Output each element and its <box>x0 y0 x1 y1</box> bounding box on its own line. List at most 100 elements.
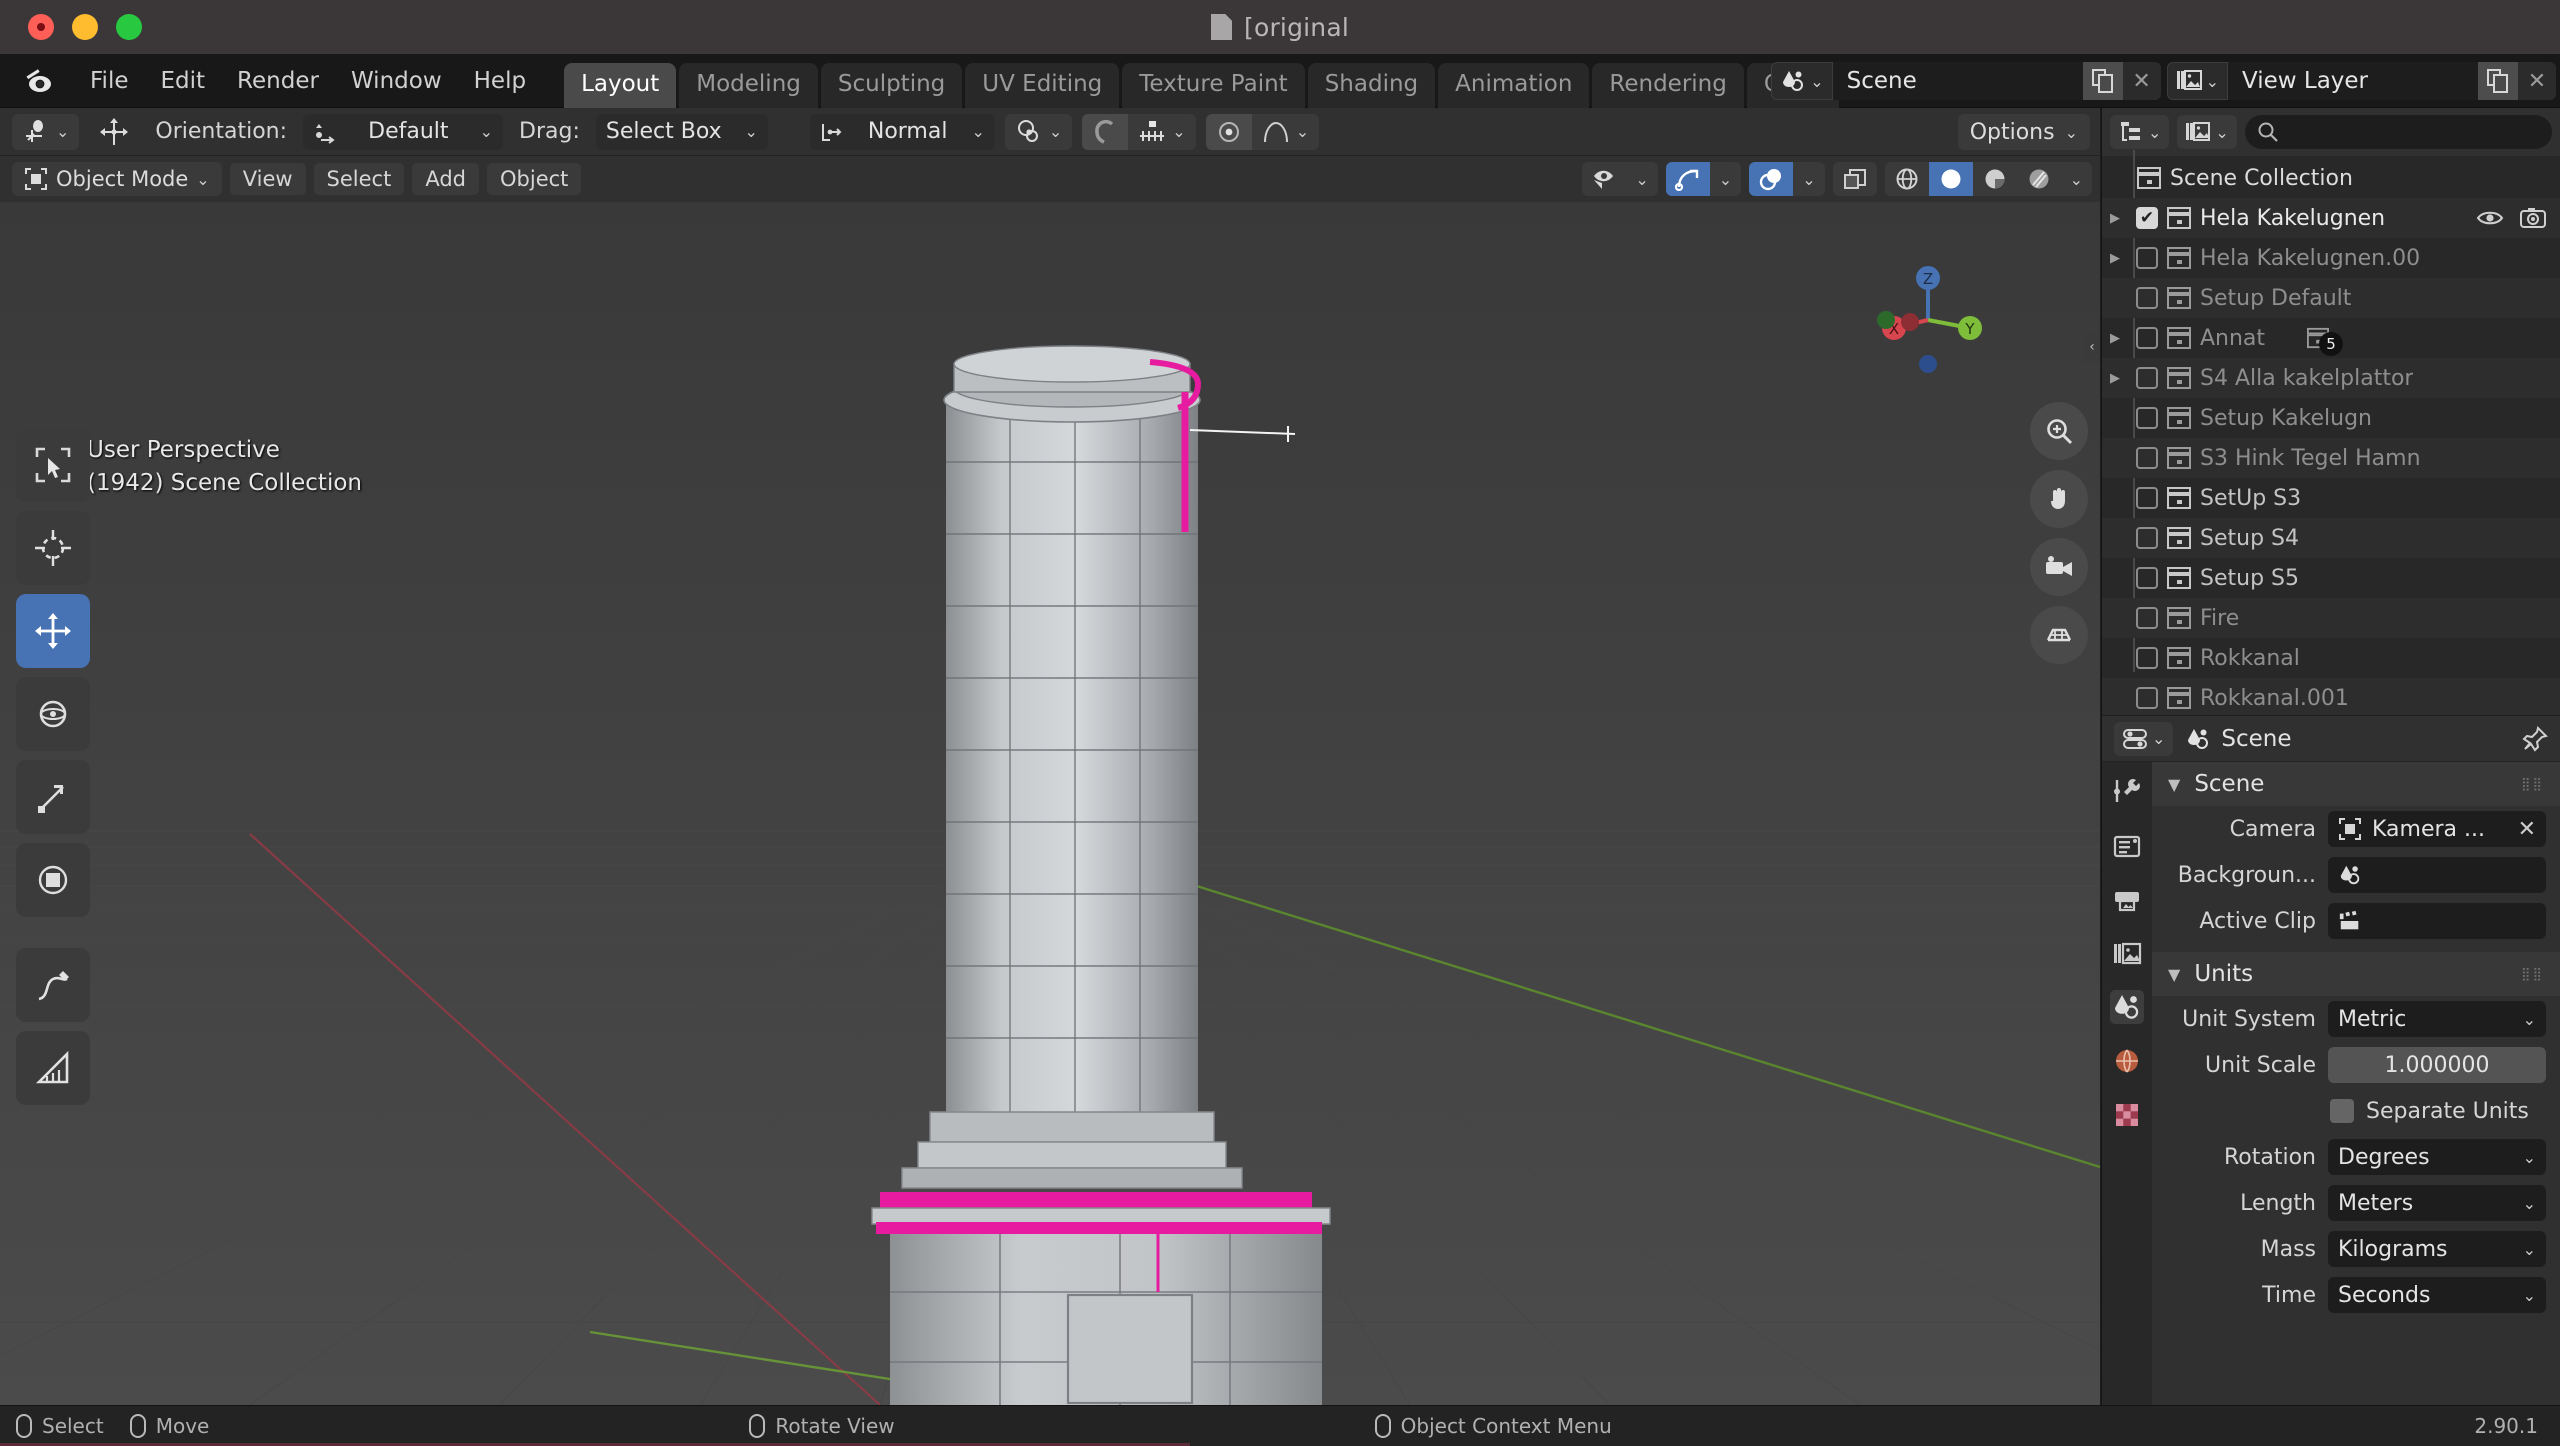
active-clip-field[interactable] <box>2328 903 2546 939</box>
background-scene-field[interactable] <box>2328 857 2546 893</box>
tab-layout[interactable]: Layout <box>564 62 677 108</box>
toggle-ortho-button[interactable] <box>2030 606 2088 664</box>
overlays-dropdown[interactable]: ⌄ <box>1793 162 1824 196</box>
tab-output[interactable] <box>2110 882 2144 916</box>
tool-annotate[interactable] <box>16 948 90 1022</box>
tab-sculpting[interactable]: Sculpting <box>820 62 963 108</box>
outliner-row-setup-default[interactable]: ▶ Setup Default <box>2102 278 2560 318</box>
tab-modeling[interactable]: Modeling <box>679 62 818 108</box>
tab-render[interactable] <box>2110 828 2144 862</box>
shading-rendered-button[interactable] <box>2017 162 2061 196</box>
tool-move[interactable] <box>16 594 90 668</box>
drag-dropdown[interactable]: Select Box ⌄ <box>595 113 768 150</box>
outliner-row-rokkanal-001[interactable]: ▶ Rokkanal.001 <box>2102 678 2560 715</box>
eye-icon[interactable] <box>2476 208 2504 228</box>
properties-editor-type-button[interactable]: ⌄ <box>2114 721 2174 756</box>
tab-tool[interactable] <box>2110 774 2144 808</box>
shading-wireframe-button[interactable] <box>1885 162 1929 196</box>
shading-solid-button[interactable] <box>1928 162 1973 196</box>
viewlayer-icon-button[interactable]: ⌄ <box>2166 62 2228 100</box>
visibility-dropdown[interactable]: ⌄ <box>1626 162 1657 196</box>
minimize-window-button[interactable] <box>72 14 98 40</box>
move-gizmo-button[interactable] <box>89 114 139 150</box>
menu-render[interactable]: Render <box>221 62 335 100</box>
outliner-row-setup-s4[interactable]: ▶ Setup S4 <box>2102 518 2560 558</box>
tool-transform[interactable] <box>16 843 90 917</box>
row-checkbox[interactable] <box>2136 687 2158 709</box>
clear-camera-button[interactable]: ✕ <box>2518 817 2536 842</box>
tab-rendering[interactable]: Rendering <box>1592 62 1744 108</box>
snap-to-dropdown[interactable]: ⌄ <box>1128 113 1196 150</box>
mass-dropdown[interactable]: Kilograms ⌄ <box>2328 1231 2546 1267</box>
gizmo-toggle[interactable] <box>1665 162 1710 196</box>
outliner-viewlayer-button[interactable]: ⌄ <box>2177 115 2237 149</box>
orientation-dropdown[interactable]: Default ⌄ <box>303 113 504 150</box>
tab-texture-paint[interactable]: Texture Paint <box>1122 62 1305 108</box>
length-dropdown[interactable]: Meters ⌄ <box>2328 1185 2546 1221</box>
tab-texture[interactable] <box>2110 1098 2144 1132</box>
row-checkbox[interactable] <box>2136 207 2158 229</box>
panel-header-units[interactable]: ▼ Units ⣿⣿ <box>2152 952 2560 996</box>
menu-edit[interactable]: Edit <box>145 62 222 100</box>
outliner-display-mode-button[interactable]: ⌄ <box>2110 115 2170 149</box>
row-checkbox[interactable] <box>2136 487 2158 509</box>
row-checkbox[interactable] <box>2136 367 2158 389</box>
properties-content[interactable]: ▼ Scene ⣿⣿ Camera Kamera ... ✕ Backgroun… <box>2152 762 2560 1405</box>
new-viewlayer-button[interactable] <box>2478 62 2518 100</box>
expand-triangle-icon[interactable]: ▶ <box>2110 371 2128 386</box>
row-checkbox[interactable] <box>2136 567 2158 589</box>
scene-icon-button[interactable]: ⌄ <box>1771 62 1833 100</box>
camera-view-button[interactable] <box>2030 538 2088 596</box>
maximize-window-button[interactable] <box>116 14 142 40</box>
scene-name-field[interactable]: Scene <box>1832 62 2083 100</box>
outliner-row-setup-kakelugn[interactable]: ▶ Setup Kakelugn <box>2102 398 2560 438</box>
row-checkbox[interactable] <box>2136 447 2158 469</box>
tool-scale[interactable] <box>16 760 90 834</box>
row-checkbox[interactable] <box>2136 247 2158 269</box>
navigation-gizmo[interactable]: Z Y X <box>1868 260 1988 380</box>
outliner-row-scene-collection[interactable]: ▶ Scene Collection <box>2102 158 2560 198</box>
row-checkbox[interactable] <box>2136 607 2158 629</box>
menu-window[interactable]: Window <box>335 62 458 100</box>
sidebar-toggle-arrow[interactable]: ‹ <box>2084 332 2100 362</box>
menu-file[interactable]: File <box>74 62 145 100</box>
falloff-dropdown[interactable]: ⌄ <box>1251 113 1320 150</box>
outliner-row-fire[interactable]: ▶ Fire <box>2102 598 2560 638</box>
tool-cursor[interactable] <box>16 511 90 585</box>
expand-triangle-icon[interactable]: ▶ <box>2110 331 2128 346</box>
tab-animation[interactable]: Animation <box>1438 62 1590 108</box>
outliner-row-hela-kakelugnen-00[interactable]: ▶ Hela Kakelugnen.00 <box>2102 238 2560 278</box>
snap-magnet-toggle[interactable] <box>1082 113 1129 150</box>
active-tool-button[interactable]: ⌄ <box>12 113 80 150</box>
viewport-menu-object[interactable]: Object <box>487 163 582 195</box>
gizmo-dropdown[interactable]: ⌄ <box>1710 162 1741 196</box>
tab-world[interactable] <box>2110 1044 2144 1078</box>
viewport-canvas[interactable]: User Perspective (1942) Scene Collection <box>0 202 2100 1405</box>
row-checkbox[interactable] <box>2136 647 2158 669</box>
new-scene-button[interactable] <box>2082 62 2123 100</box>
tool-tweak-select[interactable] <box>16 428 90 502</box>
pin-icon[interactable] <box>2522 725 2548 752</box>
outliner-search-input[interactable] <box>2244 115 2552 149</box>
viewlayer-name-field[interactable]: View Layer <box>2228 62 2478 100</box>
tab-uv-editing[interactable]: UV Editing <box>965 62 1120 108</box>
expand-triangle-icon[interactable]: ▶ <box>2110 211 2128 226</box>
unlink-scene-button[interactable]: ✕ <box>2122 62 2161 100</box>
row-checkbox[interactable] <box>2136 527 2158 549</box>
object-visibility-button[interactable] <box>1582 162 1626 196</box>
outliner-row-hela-kakelugnen[interactable]: ▶ Hela Kakelugnen <box>2102 198 2560 238</box>
xray-toggle[interactable] <box>1833 162 1877 196</box>
outliner-row-s4-alla-kakelplattor[interactable]: ▶ S4 Alla kakelplattor <box>2102 358 2560 398</box>
mode-selector[interactable]: Object Mode ⌄ <box>12 162 222 196</box>
rotation-dropdown[interactable]: Degrees ⌄ <box>2328 1139 2546 1175</box>
disclosure-triangle-icon[interactable]: ▼ <box>2168 775 2180 794</box>
transform-orientation-dropdown[interactable]: Normal ⌄ <box>809 113 995 150</box>
shading-material-button[interactable] <box>1973 162 2017 196</box>
camera-field[interactable]: Kamera ... ✕ <box>2328 811 2546 847</box>
outliner-tree[interactable]: ▶ Scene Collection ▶ Hela Kakelugnen <box>2102 150 2560 715</box>
overlays-toggle[interactable] <box>1749 162 1794 196</box>
outliner-row-s3-hink-tegel-hamn[interactable]: ▶ S3 Hink Tegel Hamn <box>2102 438 2560 478</box>
tool-measure[interactable] <box>16 1031 90 1105</box>
outliner-row-setup-s5[interactable]: ▶ Setup S5 <box>2102 558 2560 598</box>
tab-scene[interactable] <box>2110 990 2144 1024</box>
